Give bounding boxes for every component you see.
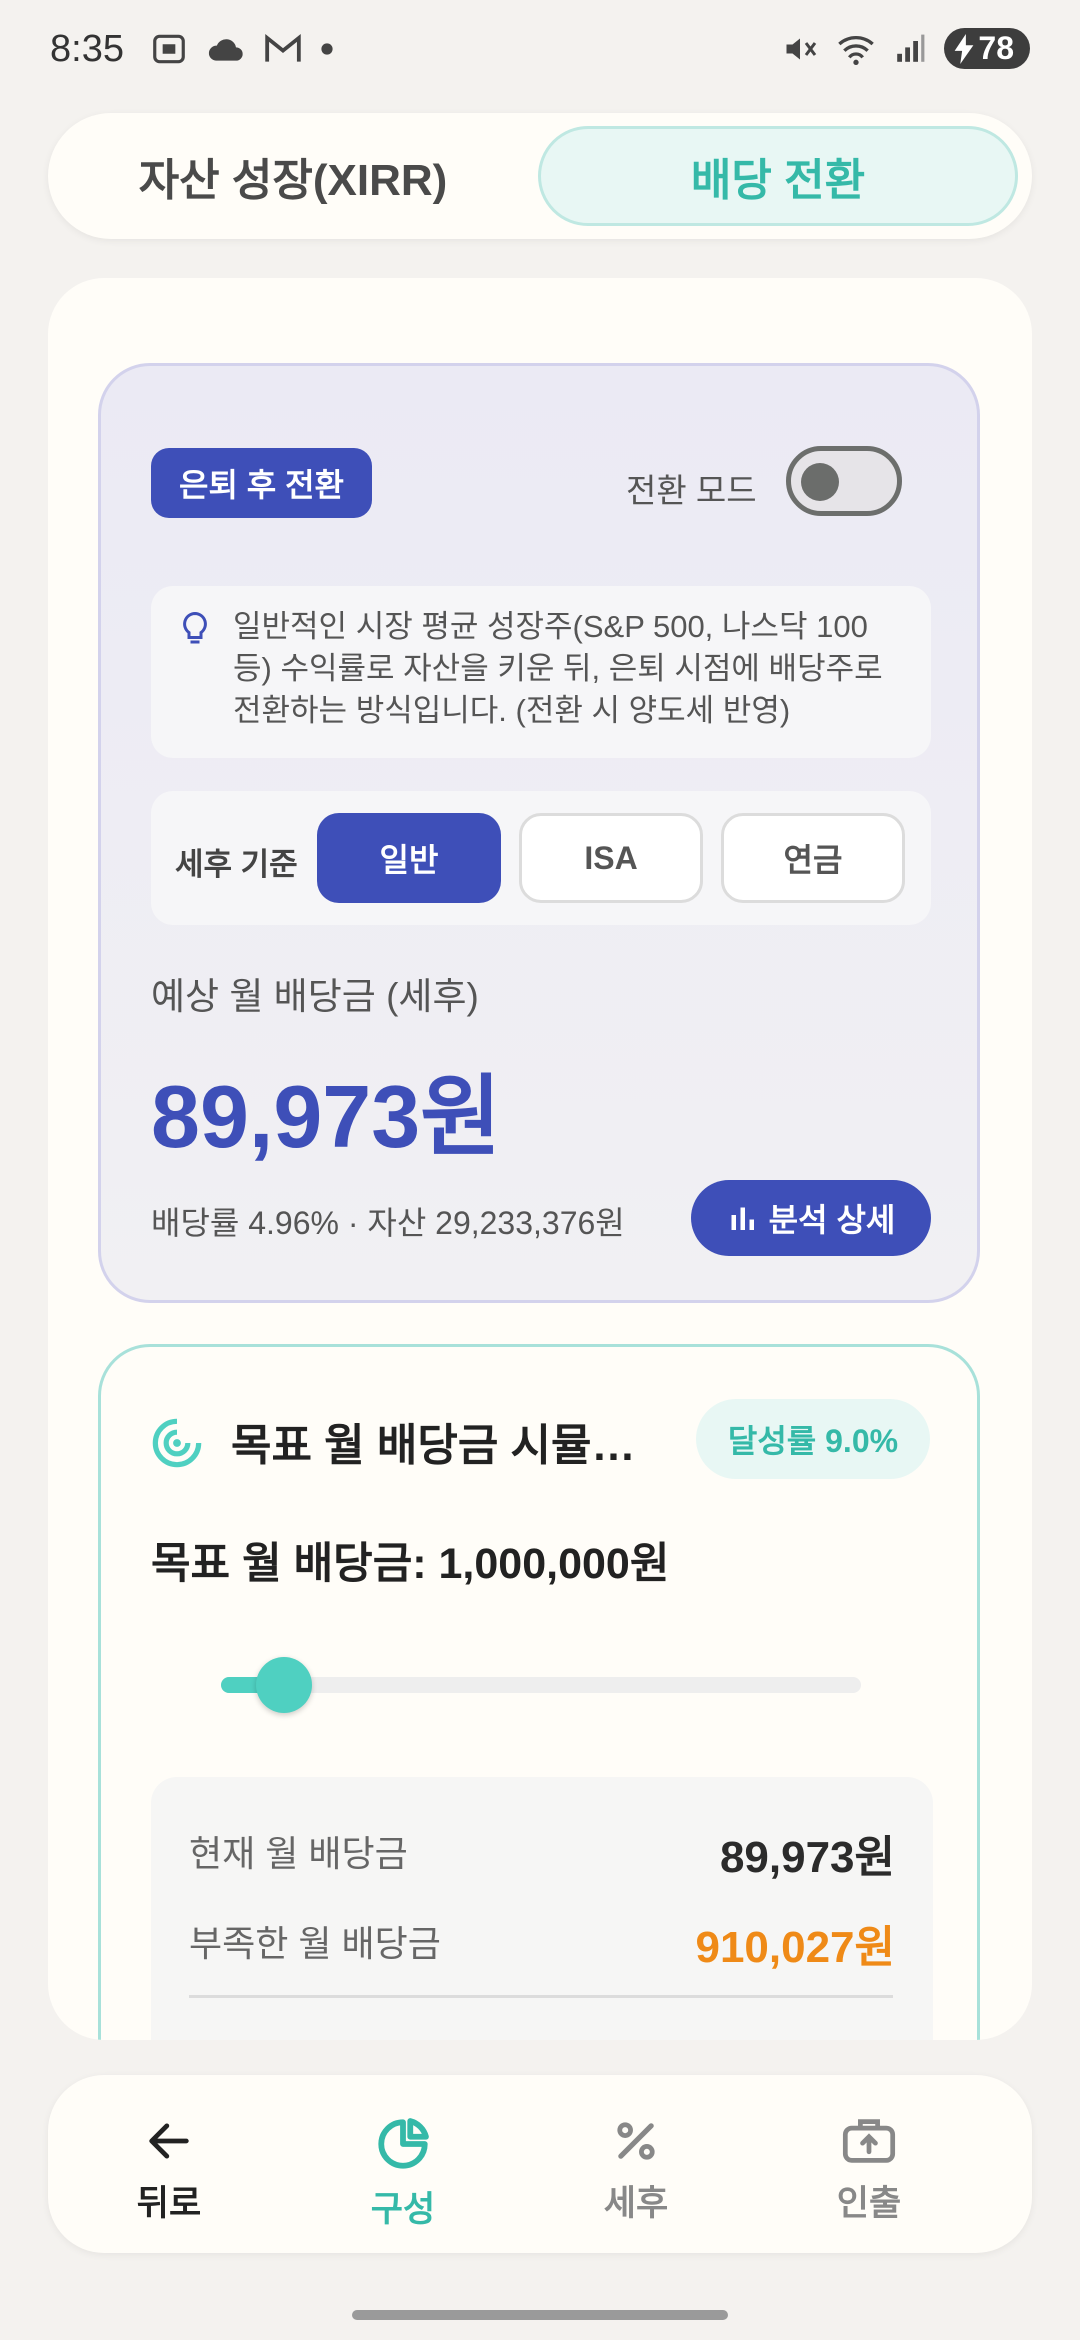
briefcase-upload-icon — [842, 2119, 896, 2163]
tax-basis-selector: 세후 기준 일반 ISA 연금 — [151, 791, 931, 925]
current-dividend-label: 현재 월 배당금 — [189, 1833, 408, 1874]
arrow-left-icon — [149, 2123, 189, 2159]
signal-icon — [897, 34, 925, 62]
status-right-icons: 78 — [782, 28, 1030, 69]
goal-simulation-card: 목표 월 배당금 시뮬레이션 달성률 9.0% 목표 월 배당금: 1,000,… — [98, 1344, 980, 2040]
charging-icon — [955, 33, 974, 64]
status-time: 8:35 — [50, 28, 124, 70]
dividend-stats-box: 현재 월 배당금 89,973원 부족한 월 배당금 910,027원 — [151, 1777, 933, 2040]
bottom-nav: 뒤로 구성 세후 인출 — [48, 2075, 1032, 2253]
dividend-meta: 배당률 4.96% · 자산 29,233,376원 — [151, 1205, 625, 1241]
main-content-card: 은퇴 후 전환 전환 모드 일반적인 시장 평균 성장주(S&P 500, 나스… — [48, 278, 1032, 2040]
current-dividend-value: 89,973원 — [719, 1833, 895, 1882]
goal-slider-track[interactable] — [221, 1677, 861, 1693]
info-tip-text: 일반적인 시장 평균 성장주(S&P 500, 나스닥 100 등) 수익률로 … — [233, 609, 883, 728]
nav-after-tax[interactable]: 세후 — [566, 2115, 706, 2226]
nav-withdrawal-label: 인출 — [836, 2184, 902, 2223]
tax-option-pension[interactable]: 연금 — [721, 813, 905, 903]
conversion-mode-toggle[interactable] — [786, 446, 902, 516]
battery-indicator: 78 — [944, 28, 1030, 69]
nav-composition-label: 구성 — [370, 2190, 436, 2229]
expected-dividend-label: 예상 월 배당금 (세후) — [151, 976, 479, 1017]
nav-back-label: 뒤로 — [136, 2184, 202, 2223]
nav-back[interactable]: 뒤로 — [99, 2115, 239, 2226]
gmail-icon — [265, 33, 301, 62]
pie-chart-icon — [378, 2118, 429, 2169]
tax-option-general[interactable]: 일반 — [317, 813, 501, 903]
toggle-knob — [801, 463, 839, 501]
target-icon — [152, 1418, 202, 1468]
shortfall-dividend-value: 910,027원 — [695, 1923, 895, 1972]
goal-target-text: 목표 월 배당금: 1,000,000원 — [151, 1540, 670, 1588]
conversion-mode-label: 전환 모드 — [626, 472, 757, 509]
cloud-icon — [208, 39, 243, 61]
bar-chart-icon — [731, 1207, 754, 1230]
retirement-conversion-badge: 은퇴 후 전환 — [151, 448, 372, 518]
nav-composition[interactable]: 구성 — [333, 2115, 473, 2232]
tax-basis-label: 세후 기준 — [175, 847, 298, 882]
conversion-card: 은퇴 후 전환 전환 모드 일반적인 시장 평균 성장주(S&P 500, 나스… — [98, 363, 980, 1303]
goal-card-title: 목표 월 배당금 시뮬레이션 — [231, 1421, 651, 1470]
nav-withdrawal[interactable]: 인출 — [799, 2115, 939, 2226]
lightbulb-icon — [183, 611, 207, 644]
expected-dividend-value: 89,973원 — [151, 1067, 502, 1166]
status-left-icons — [150, 30, 334, 68]
goal-slider-thumb[interactable] — [256, 1657, 312, 1713]
mode-tabs: 자산 성장(XIRR) 배당 전환 — [48, 113, 1032, 239]
wifi-icon — [838, 35, 875, 65]
tab-dividend-conversion[interactable]: 배당 전환 — [538, 126, 1018, 226]
info-tip-box: 일반적인 시장 평균 성장주(S&P 500, 나스닥 100 등) 수익률로 … — [151, 586, 931, 758]
analysis-detail-label: 분석 상세 — [768, 1202, 896, 1238]
percent-icon — [617, 2122, 655, 2160]
analysis-detail-button[interactable]: 분석 상세 — [691, 1180, 931, 1256]
battery-level: 78 — [978, 30, 1014, 66]
screenshot-icon — [153, 34, 185, 64]
mute-icon — [786, 38, 817, 59]
stats-divider — [189, 1995, 893, 1998]
notification-dot-icon — [321, 43, 333, 55]
shortfall-dividend-label: 부족한 월 배당금 — [189, 1923, 441, 1964]
tab-asset-growth[interactable]: 자산 성장(XIRR) — [48, 113, 538, 239]
home-indicator[interactable] — [352, 2310, 728, 2320]
tax-option-isa[interactable]: ISA — [519, 813, 703, 903]
achievement-badge: 달성률 9.0% — [696, 1399, 930, 1479]
nav-after-tax-label: 세후 — [603, 2184, 669, 2223]
